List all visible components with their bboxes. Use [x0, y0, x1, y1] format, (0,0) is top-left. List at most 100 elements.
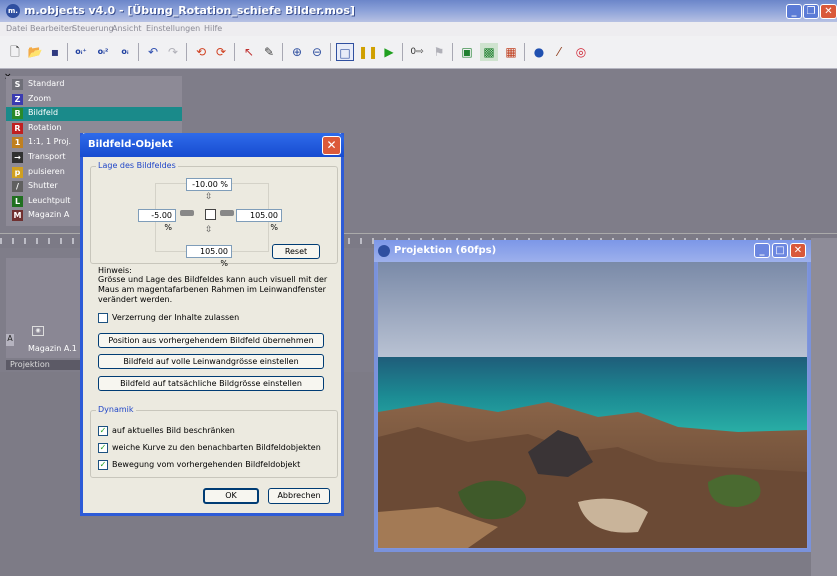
- new-file-icon[interactable]: 🗋: [6, 43, 24, 61]
- wand-icon[interactable]: ⁄: [550, 43, 568, 61]
- dynamik-group-label: Dynamik: [96, 405, 136, 414]
- pencil-icon[interactable]: ✎: [260, 43, 278, 61]
- lage-group-label: Lage des Bildfeldes: [96, 161, 178, 170]
- object-label: pulsieren: [28, 166, 65, 176]
- rotate-right-icon[interactable]: ⟳: [212, 43, 230, 61]
- object-label: Rotation: [28, 122, 62, 132]
- image-icon[interactable]: ▣: [458, 43, 476, 61]
- top-link-icon: ⇳: [205, 192, 213, 202]
- zoom-in-icon[interactable]: ⊕: [288, 43, 306, 61]
- dialog-close-icon[interactable]: ✕: [322, 136, 341, 155]
- dyn3-label: Bewegung vom vorhergehenden Bildfeldobje…: [112, 460, 301, 469]
- image3-icon[interactable]: ▦: [502, 43, 520, 61]
- projection-titlebar: Projektion (60fps) _ □ ✕: [374, 240, 811, 262]
- right-value-field[interactable]: 105.00 %: [236, 209, 282, 232]
- toolbar: 🗋 📂 ▪ oᵢ⁺ oᵢ² oᵢ ↶ ↷ ⟲ ⟳ ↖ ✎ ⊕ ⊖ □ ❚❚ ▶ …: [0, 36, 837, 69]
- record-icon[interactable]: ◎: [572, 43, 590, 61]
- projection-minimize-icon[interactable]: _: [754, 243, 770, 258]
- dyn2-label: weiche Kurve zu den benachbarten Bildfel…: [112, 443, 321, 452]
- object-type-icon: B: [12, 108, 23, 120]
- restore-icon[interactable]: ❐: [803, 4, 819, 19]
- menu-ansicht[interactable]: Ansicht: [112, 24, 142, 33]
- object-type-icon: S: [12, 79, 23, 90]
- center-anchor-box[interactable]: [205, 209, 216, 220]
- left-value-field[interactable]: -5.00 %: [138, 209, 176, 232]
- object-item[interactable]: S Standard: [6, 78, 182, 92]
- dyn1-label: auf aktuelles Bild beschränken: [112, 426, 235, 435]
- object-label: Shutter: [28, 181, 58, 191]
- dialog-title: Bildfeld-Objekt: [88, 139, 173, 150]
- menu-datei[interactable]: Datei: [6, 24, 27, 33]
- projektion-track-label: Projektion: [6, 360, 86, 370]
- camera-icon[interactable]: ◉: [32, 326, 44, 336]
- save-icon[interactable]: ▪: [46, 43, 64, 61]
- undo-icon[interactable]: ↶: [144, 43, 162, 61]
- object-item[interactable]: Z Zoom: [6, 93, 182, 107]
- right-scrollbar[interactable]: [811, 238, 837, 576]
- object-type-icon: /: [12, 181, 23, 193]
- position-uebernehmen-button[interactable]: Position aus vorhergehendem Bildfeld übe…: [98, 333, 324, 348]
- hint-title: Hinweis:: [98, 266, 132, 275]
- projection-image: [378, 262, 807, 548]
- rotate-left-icon[interactable]: ⟲: [192, 43, 210, 61]
- image2-icon[interactable]: ▩: [480, 43, 498, 61]
- hint-text: Grösse und Lage des Bildfeldes kann auch…: [98, 275, 328, 304]
- pause-icon[interactable]: ❚❚: [358, 43, 378, 61]
- object-label: Leuchtpult: [28, 195, 71, 205]
- object-label: Standard: [28, 79, 65, 88]
- open-folder-icon[interactable]: 📂: [26, 43, 44, 61]
- pointer-icon[interactable]: ↖: [240, 43, 258, 61]
- dyn1-checkbox[interactable]: ✓: [98, 426, 108, 436]
- object-type-icon: p: [12, 166, 23, 178]
- dyn3-checkbox[interactable]: ✓: [98, 460, 108, 470]
- tatsaechliche-groesse-button[interactable]: Bildfeld auf tatsächliche Bildgrösse ein…: [98, 376, 324, 391]
- menu-einstellungen[interactable]: Einstellungen: [146, 24, 200, 33]
- projection-maximize-icon[interactable]: □: [772, 243, 788, 258]
- object-label: 1:1, 1 Proj.: [28, 137, 72, 147]
- projection-title: Projektion (60fps): [394, 245, 497, 256]
- left-link-icon: [180, 210, 194, 216]
- speaker-icon[interactable]: ●: [530, 43, 548, 61]
- cancel-button[interactable]: Abbrechen: [268, 488, 330, 504]
- obj-add-icon[interactable]: oᵢ⁺: [72, 43, 90, 61]
- flag-icon[interactable]: ⚑: [430, 43, 448, 61]
- object-label: Bildfeld: [28, 108, 59, 118]
- object-type-icon: 1: [12, 137, 23, 149]
- app-titlebar: m. m.objects v4.0 - [Übung_Rotation_schi…: [0, 0, 837, 22]
- object-type-icon: R: [12, 122, 23, 134]
- object-item[interactable]: B Bildfeld: [6, 107, 182, 122]
- menu-steuerung[interactable]: Steuerung: [72, 24, 114, 33]
- redo-icon[interactable]: ↷: [164, 43, 182, 61]
- counter-icon[interactable]: 0⇨: [408, 43, 426, 61]
- magazine-track: A ◉ Magazin A.1: [6, 258, 86, 358]
- close-icon[interactable]: ✕: [820, 4, 837, 19]
- obj-add2-icon[interactable]: oᵢ²: [94, 43, 112, 61]
- object-label: Zoom: [28, 93, 52, 103]
- verzerrung-checkbox[interactable]: [98, 313, 108, 323]
- reset-button[interactable]: Reset: [272, 244, 320, 259]
- projection-logo-icon: [378, 245, 390, 257]
- object-type-icon: →: [12, 152, 23, 163]
- zoom-out-icon[interactable]: ⊖: [308, 43, 326, 61]
- object-type-icon: L: [12, 195, 23, 207]
- dyn2-checkbox[interactable]: ✓: [98, 443, 108, 453]
- frame-icon[interactable]: □: [336, 43, 354, 61]
- menu-bearbeiten[interactable]: Bearbeiten: [30, 24, 74, 33]
- menu-hilfe[interactable]: Hilfe: [204, 24, 222, 33]
- ok-button[interactable]: OK: [203, 488, 259, 504]
- app-title: m.objects v4.0 - [Übung_Rotation_schiefe…: [24, 4, 355, 17]
- volle-leinwand-button[interactable]: Bildfeld auf volle Leinwandgrösse einste…: [98, 354, 324, 369]
- bottom-value-field[interactable]: 105.00 %: [186, 245, 232, 268]
- right-link-icon: [220, 210, 234, 216]
- menu-bar: Datei Bearbeiten Steuerung Ansicht Einst…: [0, 22, 837, 37]
- object-label: Magazin A: [28, 210, 70, 220]
- top-value-field[interactable]: -10.00 %: [186, 178, 232, 191]
- minimize-icon[interactable]: _: [786, 4, 802, 19]
- obj-remove-icon[interactable]: oᵢ: [116, 43, 134, 61]
- bottom-link-icon: ⇳: [205, 225, 213, 235]
- play-icon[interactable]: ▶: [380, 43, 398, 61]
- object-label: Transport: [28, 152, 66, 161]
- projection-close-icon[interactable]: ✕: [790, 243, 806, 258]
- magazine-label: Magazin A.1: [28, 344, 77, 353]
- dialog-titlebar: Bildfeld-Objekt ✕: [80, 133, 344, 157]
